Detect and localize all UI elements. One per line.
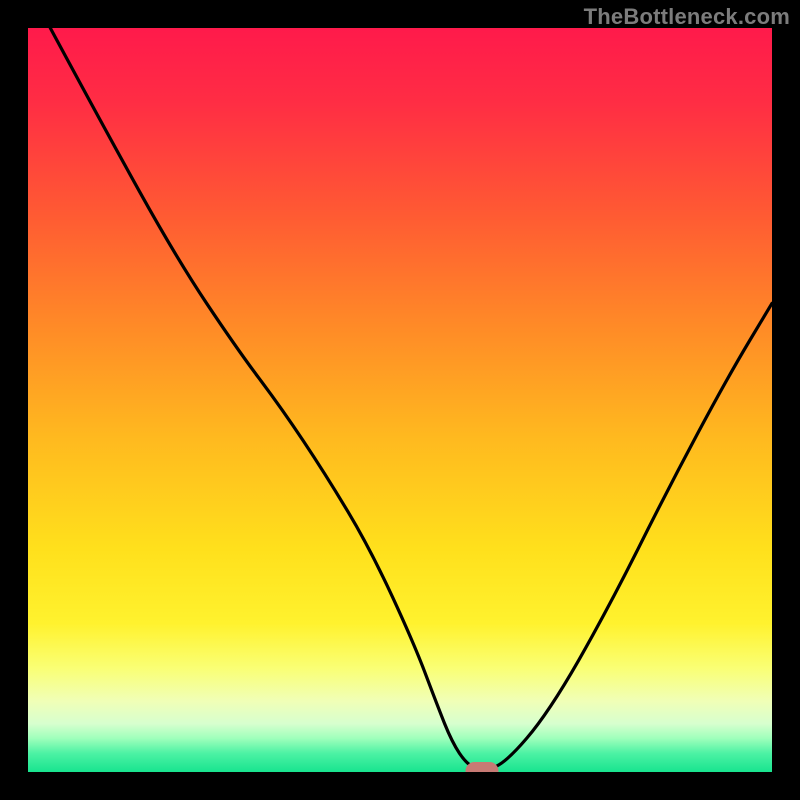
chart-frame: TheBottleneck.com [0, 0, 800, 800]
bottleneck-curve [28, 28, 772, 772]
plot-area [28, 28, 772, 772]
watermark-text: TheBottleneck.com [584, 4, 790, 30]
optimum-marker [465, 762, 498, 773]
